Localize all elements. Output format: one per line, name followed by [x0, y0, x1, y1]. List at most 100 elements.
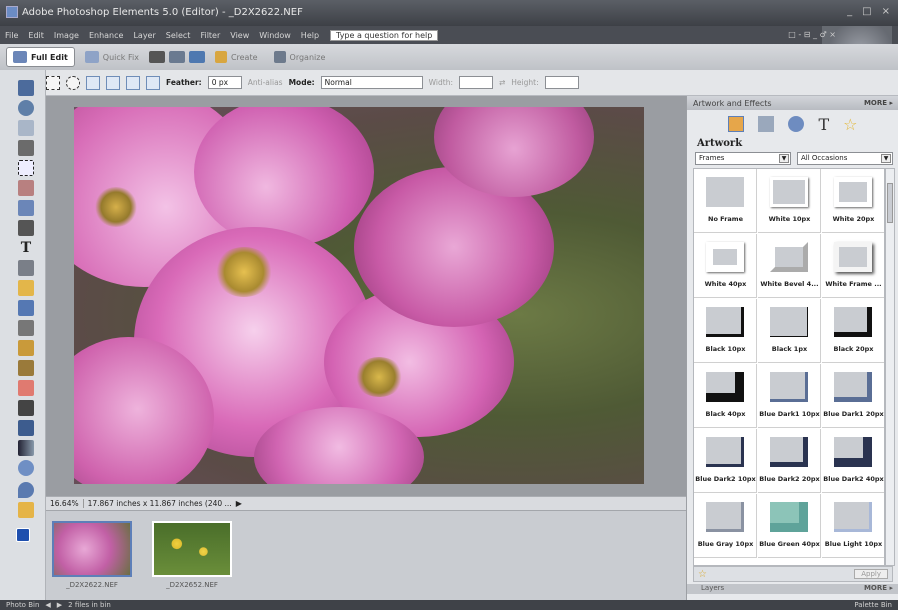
artwork-tab-icon[interactable] [728, 116, 745, 132]
menu-file[interactable]: File [0, 31, 23, 40]
red-eye-tool-icon[interactable] [18, 320, 34, 336]
gradient-tool-icon[interactable] [18, 440, 34, 456]
crop-tool-icon[interactable] [18, 260, 34, 276]
artwork-item[interactable]: Blue Dark2 20px [758, 429, 821, 493]
minimize-button[interactable]: _ [847, 6, 852, 17]
add-selection-icon[interactable] [106, 75, 120, 90]
lasso-tool-icon[interactable] [18, 180, 34, 196]
artwork-item[interactable]: Blue Dark2 40px [822, 429, 884, 493]
swap-dimensions-icon[interactable]: ⇄ [499, 78, 505, 87]
menu-enhance[interactable]: Enhance [84, 31, 129, 40]
menu-image[interactable]: Image [49, 31, 84, 40]
artwork-item[interactable]: Blue Light 10px [822, 494, 884, 558]
artwork-item[interactable]: White Bevel 4... [758, 234, 821, 298]
shape-tool-icon[interactable] [18, 460, 34, 476]
document-image[interactable] [74, 107, 644, 484]
artwork-item[interactable]: Blue Green 40px [758, 494, 821, 558]
artwork-item[interactable]: White 20px [822, 169, 884, 233]
menu-select[interactable]: Select [161, 31, 196, 40]
healing-brush-tool-icon[interactable] [18, 340, 34, 356]
quick-fix-button[interactable]: Quick Fix [79, 47, 145, 67]
artwork-scrollbar[interactable] [885, 168, 895, 566]
filters-tab-icon[interactable] [788, 116, 805, 132]
favorites-tab-icon[interactable]: ☆ [843, 115, 857, 134]
eraser-tool-icon[interactable] [18, 380, 34, 396]
favorite-star-icon[interactable]: ☆ [698, 569, 707, 580]
artwork-item[interactable]: Black 1px [758, 299, 821, 363]
eyedropper-tool-icon[interactable] [18, 140, 34, 156]
intersect-selection-icon[interactable] [146, 75, 160, 90]
photo-bin-toggle[interactable]: Photo Bin [6, 601, 39, 609]
export-icon[interactable] [188, 51, 205, 63]
artwork-item[interactable]: White Frame ... [822, 234, 884, 298]
hand-tool-icon[interactable] [18, 120, 34, 136]
feather-input[interactable]: 0 px [207, 76, 242, 89]
status-menu-arrow-icon[interactable]: ▶ [236, 499, 242, 508]
close-button[interactable]: × [882, 6, 890, 17]
clone-stamp-tool-icon[interactable] [18, 360, 34, 376]
menu-view[interactable]: View [225, 31, 254, 40]
width-input[interactable] [458, 76, 493, 89]
type-tool-icon[interactable]: T [18, 240, 34, 256]
menu-layer[interactable]: Layer [128, 31, 160, 40]
artwork-item[interactable]: Blue Gray 10px [694, 494, 757, 558]
blur-tool-icon[interactable] [18, 482, 34, 498]
menu-help[interactable]: Help [296, 31, 324, 40]
menu-window[interactable]: Window [254, 31, 296, 40]
help-search-input[interactable]: Type a question for help [330, 29, 439, 41]
palette-more-button[interactable]: MORE ▸ [864, 99, 893, 107]
artwork-item[interactable]: Black 10px [694, 299, 757, 363]
selection-brush-tool-icon[interactable] [18, 220, 34, 236]
foreground-color-swatch[interactable] [16, 528, 30, 542]
photo-bin-thumb-2[interactable] [152, 521, 232, 577]
artwork-item[interactable]: Blue Dark1 10px [758, 364, 821, 428]
zoom-tool-icon[interactable] [18, 100, 34, 116]
magic-wand-tool-icon[interactable] [18, 200, 34, 216]
menu-edit[interactable]: Edit [23, 31, 49, 40]
marquee-tool-icon[interactable] [18, 160, 34, 176]
straighten-tool-icon[interactable] [18, 300, 34, 316]
artwork-item[interactable]: Blue Dark1 20px [822, 364, 884, 428]
antialias-checkbox[interactable]: Anti-alias [248, 78, 283, 87]
marquee-ellipse-icon[interactable] [66, 75, 80, 90]
paint-bucket-tool-icon[interactable] [18, 420, 34, 436]
organize-button[interactable]: Organize [268, 47, 332, 67]
artwork-item[interactable]: Black 20px [822, 299, 884, 363]
brush-tool-icon[interactable] [18, 400, 34, 416]
palette-bin-toggle[interactable]: Palette Bin [854, 601, 892, 609]
artwork-effects-header[interactable]: Artwork and Effects MORE ▸ [687, 96, 898, 110]
move-tool-icon[interactable] [18, 80, 34, 96]
category-select[interactable]: Frames ▼ [695, 152, 791, 165]
maximize-button[interactable]: □ [862, 6, 871, 17]
share-icon[interactable] [168, 51, 185, 63]
zoom-readout[interactable]: 16.64% [50, 499, 84, 508]
artwork-item[interactable]: No Frame [694, 169, 757, 233]
photo-bin-thumb-1[interactable] [52, 521, 132, 577]
create-button[interactable]: Create [209, 47, 264, 67]
sponge-tool-icon[interactable] [18, 502, 34, 518]
menu-filter[interactable]: Filter [195, 31, 225, 40]
print-icon[interactable] [148, 51, 165, 63]
artwork-item[interactable]: White 10px [758, 169, 821, 233]
text-effects-tab-icon[interactable]: T [818, 115, 829, 134]
subtract-selection-icon[interactable] [126, 75, 140, 90]
cookie-cutter-tool-icon[interactable] [18, 280, 34, 296]
height-input[interactable] [544, 76, 579, 89]
apply-button[interactable]: Apply [854, 569, 888, 579]
effects-tab-icon[interactable] [758, 116, 775, 132]
layers-more-button[interactable]: MORE ▸ [864, 584, 893, 592]
full-edit-button[interactable]: Full Edit [6, 47, 75, 67]
mode-select[interactable]: Normal [320, 76, 423, 89]
canvas-area[interactable] [46, 96, 686, 496]
document-window-controls[interactable]: □ - ⊟ _ ♂ × [788, 30, 836, 39]
new-selection-icon[interactable] [86, 75, 100, 90]
artwork-item[interactable]: Black 40px [694, 364, 757, 428]
artwork-item[interactable]: Blue Dark2 10px [694, 429, 757, 493]
layers-panel-header[interactable]: Layers MORE ▸ [687, 584, 898, 594]
artwork-item[interactable]: White 40px [694, 234, 757, 298]
occasion-select[interactable]: All Occasions ▼ [797, 152, 893, 165]
previous-photo-icon[interactable]: ◀ [45, 601, 50, 609]
next-photo-icon[interactable]: ▶ [57, 601, 62, 609]
marquee-rect-icon[interactable] [46, 75, 60, 90]
scroll-thumb[interactable] [887, 183, 893, 223]
